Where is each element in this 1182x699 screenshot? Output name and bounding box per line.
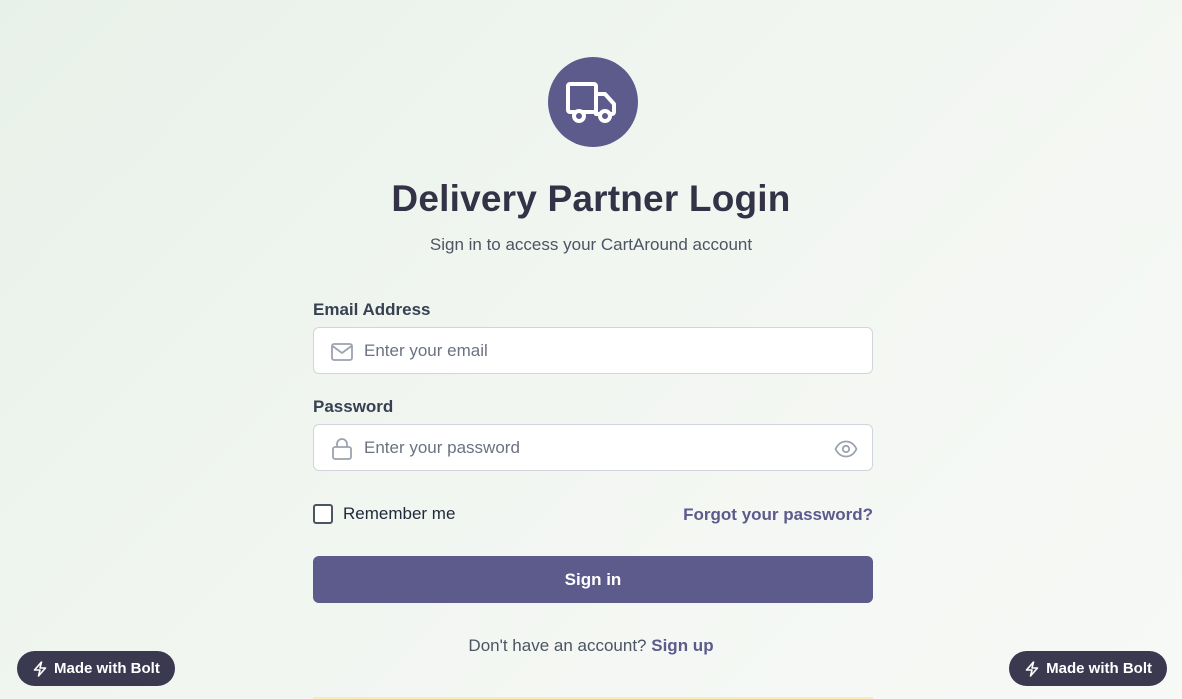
signup-prompt: Don't have an account? Sign up [0,636,1182,656]
remember-checkbox[interactable] [313,504,333,524]
page-subtitle: Sign in to access your CartAround accoun… [429,235,753,254]
lightning-icon [33,660,47,677]
email-input[interactable] [364,328,824,373]
lock-icon [330,437,354,461]
email-label: Email Address [313,300,431,319]
password-field[interactable] [313,424,873,471]
lightning-icon [1025,660,1039,677]
made-with-bolt-badge-left[interactable]: Made with Bolt [17,651,175,686]
page-title: Delivery Partner Login [391,178,791,219]
email-field[interactable] [313,327,873,374]
made-with-bolt-badge-right[interactable]: Made with Bolt [1009,651,1167,686]
mail-icon [330,340,354,364]
bolt-badge-label: Made with Bolt [54,660,160,677]
logo-badge [548,57,638,147]
sign-in-button[interactable]: Sign in [313,556,873,603]
forgot-password-link[interactable]: Forgot your password? [683,505,873,525]
sign-up-link[interactable]: Sign up [651,636,713,655]
password-label: Password [313,397,394,416]
truck-icon [566,82,616,123]
password-input[interactable] [364,425,824,470]
remember-me[interactable]: Remember me [313,504,455,524]
bolt-badge-label: Made with Bolt [1046,660,1152,677]
eye-icon[interactable] [834,437,858,461]
remember-label: Remember me [343,504,456,523]
signup-prompt-text: Don't have an account? [468,636,647,655]
